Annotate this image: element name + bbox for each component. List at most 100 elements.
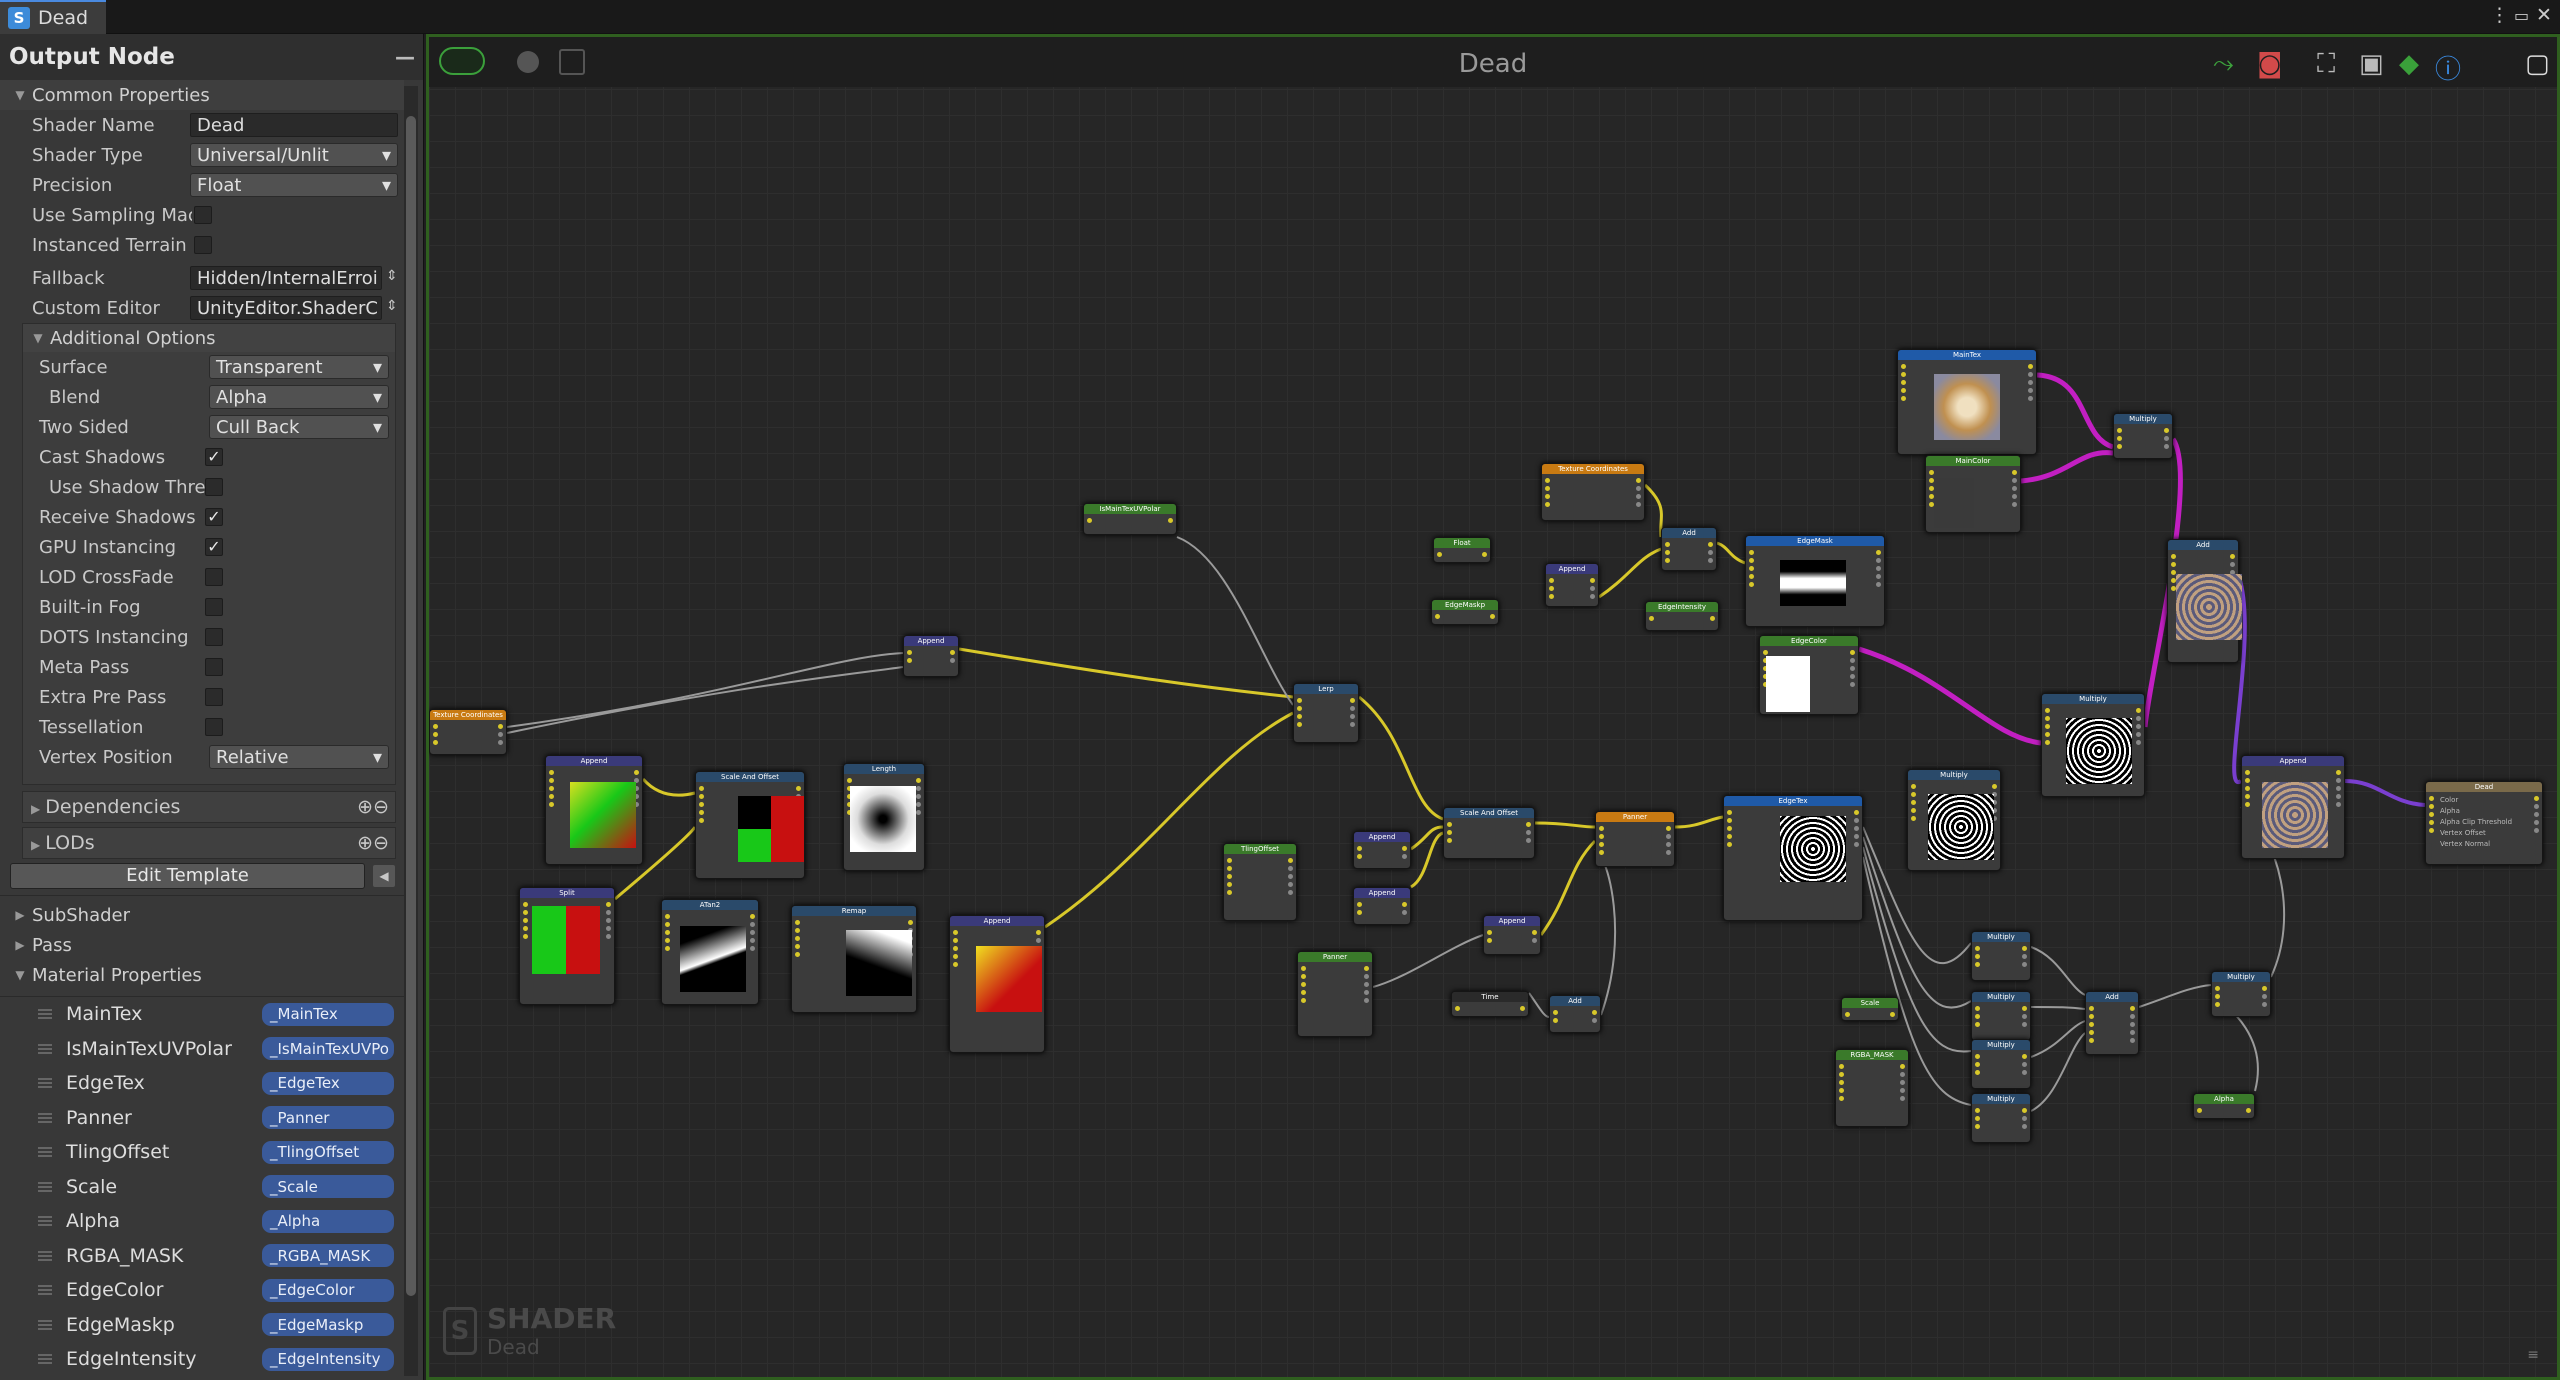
cast-shadows-checkbox[interactable]: ✓ — [205, 448, 223, 466]
output-port[interactable] — [2336, 802, 2341, 807]
output-port[interactable] — [1710, 616, 1715, 621]
output-port[interactable] — [750, 946, 755, 951]
input-port[interactable] — [699, 794, 704, 799]
output-port[interactable] — [1364, 966, 1369, 971]
input-port[interactable] — [1227, 866, 1232, 871]
output-port[interactable] — [498, 724, 503, 729]
lod-crossfade-checkbox[interactable] — [205, 568, 223, 586]
input-port[interactable] — [1487, 938, 1492, 943]
output-port[interactable] — [606, 910, 611, 915]
graph-node[interactable]: Append — [545, 755, 643, 865]
input-port[interactable] — [1975, 1116, 1980, 1121]
input-port[interactable] — [795, 936, 800, 941]
output-port[interactable] — [2012, 478, 2017, 483]
input-port[interactable] — [1301, 998, 1306, 1003]
input-port[interactable] — [2215, 994, 2220, 999]
output-port[interactable] — [1636, 494, 1641, 499]
output-port[interactable] — [1854, 834, 1859, 839]
output-port[interactable] — [1708, 558, 1713, 563]
drag-handle-icon[interactable] — [38, 1216, 52, 1227]
output-port[interactable] — [1350, 698, 1355, 703]
input-port[interactable] — [1357, 846, 1362, 851]
common-properties-header[interactable]: ▼ Common Properties — [0, 80, 404, 110]
input-port[interactable] — [1975, 1070, 1980, 1075]
shader-name-field[interactable]: Dead — [190, 113, 398, 137]
output-port[interactable] — [606, 926, 611, 931]
output-port[interactable] — [1876, 582, 1881, 587]
use-sampling-checkbox[interactable] — [194, 206, 212, 224]
input-port[interactable] — [795, 920, 800, 925]
output-port[interactable] — [2164, 436, 2169, 441]
output-port[interactable] — [2022, 1014, 2027, 1019]
input-port[interactable] — [907, 658, 912, 663]
graph-node[interactable]: Multiply — [2041, 693, 2145, 797]
output-port[interactable] — [1402, 902, 1407, 907]
output-port[interactable] — [1590, 586, 1595, 591]
select-nodes-icon[interactable]: ◆ — [2399, 49, 2419, 79]
input-port[interactable] — [1839, 1080, 1844, 1085]
output-port[interactable] — [2022, 1062, 2027, 1067]
input-port[interactable] — [1549, 578, 1554, 583]
graph-node[interactable]: Multiply — [1907, 769, 2001, 871]
input-port[interactable] — [549, 770, 554, 775]
input-port[interactable] — [1357, 902, 1362, 907]
graph-node[interactable]: Append — [1483, 915, 1541, 955]
input-port[interactable] — [1901, 372, 1906, 377]
input-port[interactable] — [523, 926, 528, 931]
input-port[interactable] — [1901, 388, 1906, 393]
input-port[interactable] — [1901, 364, 1906, 369]
graph-node[interactable]: Multiply — [2211, 971, 2271, 1017]
use-shadow-checkbox[interactable] — [205, 478, 223, 496]
extra-pre-pass-checkbox[interactable] — [205, 688, 223, 706]
input-port[interactable] — [2117, 444, 2122, 449]
input-port[interactable] — [1227, 858, 1232, 863]
material-property-row[interactable]: EdgeColor _EdgeColor — [0, 1273, 404, 1308]
input-port[interactable] — [1911, 800, 1916, 805]
output-port[interactable] — [1636, 502, 1641, 507]
output-port[interactable] — [2012, 486, 2017, 491]
output-port[interactable] — [2028, 380, 2033, 385]
material-property-row[interactable]: EdgeTex _EdgeTex — [0, 1066, 404, 1101]
output-port[interactable] — [1850, 674, 1855, 679]
output-port[interactable] — [1876, 558, 1881, 563]
output-port[interactable] — [2022, 954, 2027, 959]
input-port[interactable] — [1929, 470, 1934, 475]
output-port[interactable] — [1854, 842, 1859, 847]
custom-editor-spinner-icon[interactable]: ⇕ — [386, 298, 398, 314]
graph-node[interactable]: Append — [2241, 755, 2345, 859]
input-port[interactable] — [1599, 850, 1604, 855]
output-port[interactable] — [1854, 810, 1859, 815]
output-port[interactable] — [1666, 834, 1671, 839]
input-port[interactable] — [795, 944, 800, 949]
input-port[interactable] — [699, 786, 704, 791]
input-port[interactable] — [1749, 558, 1754, 563]
graph-node[interactable]: Multiply — [1971, 1039, 2031, 1089]
fallback-field[interactable]: Hidden/InternalErroi — [190, 266, 382, 290]
input-port[interactable] — [1975, 1062, 1980, 1067]
receive-shadows-checkbox[interactable]: ✓ — [205, 508, 223, 526]
output-port[interactable] — [1876, 566, 1881, 571]
gpu-instancing-checkbox[interactable]: ✓ — [205, 538, 223, 556]
output-port[interactable] — [1876, 550, 1881, 555]
input-port[interactable] — [953, 946, 958, 951]
output-port[interactable] — [2534, 828, 2539, 833]
input-port[interactable] — [2245, 770, 2250, 775]
input-port[interactable] — [1911, 816, 1916, 821]
material-property-row[interactable]: TlingOffset _TlingOffset — [0, 1135, 404, 1170]
input-port[interactable] — [1975, 954, 1980, 959]
input-port[interactable] — [1599, 842, 1604, 847]
input-port[interactable] — [1901, 396, 1906, 401]
input-port[interactable] — [1435, 614, 1440, 619]
output-port[interactable] — [2022, 1054, 2027, 1059]
input-port[interactable] — [1749, 574, 1754, 579]
input-port[interactable] — [1297, 706, 1302, 711]
graph-node[interactable]: Multiply — [1971, 991, 2031, 1041]
vertex-position-dropdown[interactable]: Relative ▾ — [209, 745, 389, 769]
output-port[interactable] — [750, 930, 755, 935]
output-port[interactable] — [1364, 974, 1369, 979]
output-port[interactable] — [1900, 1096, 1905, 1101]
input-port[interactable] — [699, 818, 704, 823]
input-port[interactable] — [1545, 486, 1550, 491]
output-port[interactable] — [2130, 1006, 2135, 1011]
output-port[interactable] — [606, 918, 611, 923]
